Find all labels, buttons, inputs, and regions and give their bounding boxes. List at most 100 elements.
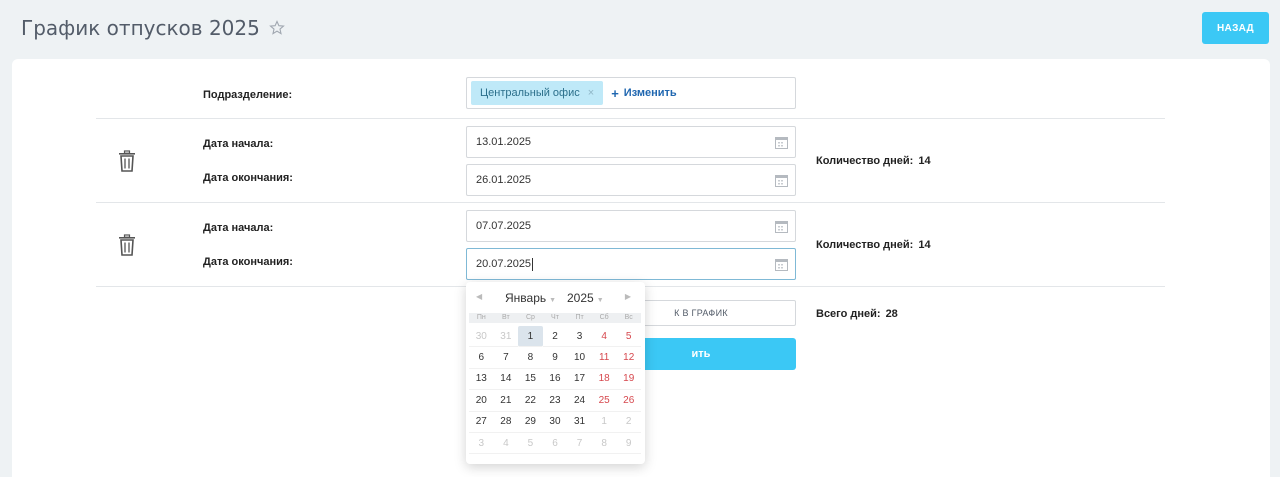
trash-icon[interactable] xyxy=(118,234,136,256)
weekday-label: Вт xyxy=(502,314,510,321)
end-date-input[interactable]: 26.01.2025 xyxy=(466,164,796,196)
calendar-day[interactable]: 1 xyxy=(591,412,617,433)
calendar-day[interactable]: 1 xyxy=(518,326,543,348)
weekday-label: Чт xyxy=(551,314,559,321)
save-label: ить xyxy=(691,348,711,360)
chip-close-icon[interactable]: × xyxy=(588,87,594,99)
back-button[interactable]: НАЗАД xyxy=(1202,12,1269,44)
divider xyxy=(96,202,1165,203)
calendar-day[interactable]: 8 xyxy=(518,347,543,369)
calendar-day[interactable]: 21 xyxy=(493,390,519,412)
calendar-day[interactable]: 4 xyxy=(591,326,617,348)
add-to-schedule-label: К В ГРАФИК xyxy=(674,308,728,318)
start-date-input[interactable]: 13.01.2025 xyxy=(466,126,796,158)
department-label: Подразделение: xyxy=(203,89,293,101)
calendar-day[interactable]: 17 xyxy=(567,369,592,391)
calendar-day[interactable]: 27 xyxy=(469,412,494,433)
month-select[interactable]: Январь ▼ xyxy=(505,291,556,305)
calendar-icon[interactable] xyxy=(775,136,788,149)
end-date-value: 26.01.2025 xyxy=(476,174,532,186)
calendar-day[interactable]: 5 xyxy=(616,326,641,348)
total-days-label: Всего дней: xyxy=(816,308,881,320)
calendar-day[interactable]: 8 xyxy=(591,433,617,455)
department-chip: Центральный офис × xyxy=(471,81,604,105)
calendar-day[interactable]: 6 xyxy=(542,433,568,455)
days-count: Количество дней: 14 xyxy=(816,239,931,251)
calendar-day[interactable]: 31 xyxy=(493,326,519,348)
days-count-value: 14 xyxy=(918,239,931,251)
calendar-day[interactable]: 7 xyxy=(567,433,592,455)
calendar-day[interactable]: 7 xyxy=(493,347,519,369)
calendar-icon[interactable] xyxy=(775,258,788,271)
days-count-label: Количество дней: xyxy=(816,155,914,167)
calendar-icon[interactable] xyxy=(775,220,788,233)
prev-month-icon[interactable]: ◀ xyxy=(476,292,482,301)
start-date-value: 07.07.2025 xyxy=(476,220,532,232)
start-date-label: Дата начала: xyxy=(203,222,274,234)
end-date-input[interactable]: 20.07.2025 xyxy=(466,248,796,280)
next-month-icon[interactable]: ▶ xyxy=(625,292,631,301)
calendar-day[interactable]: 9 xyxy=(542,347,568,369)
plus-icon: + xyxy=(611,85,619,101)
calendar-day[interactable]: 28 xyxy=(493,412,519,433)
start-date-label: Дата начала: xyxy=(203,138,274,150)
end-date-label: Дата окончания: xyxy=(203,256,293,268)
calendar-day[interactable]: 29 xyxy=(518,412,543,433)
calendar-day[interactable]: 26 xyxy=(616,390,641,412)
calendar-day[interactable]: 22 xyxy=(518,390,543,412)
calendar-day[interactable]: 25 xyxy=(591,390,617,412)
weekday-label: Вс xyxy=(624,314,633,321)
year-select[interactable]: 2025 ▼ xyxy=(567,291,604,305)
calendar-day[interactable]: 2 xyxy=(616,412,641,433)
change-department-link[interactable]: + Изменить xyxy=(611,86,677,101)
caret-down-icon: ▼ xyxy=(549,297,557,304)
days-count-label: Количество дней: xyxy=(816,239,914,251)
calendar-day[interactable]: 11 xyxy=(591,347,617,369)
calendar-day[interactable]: 3 xyxy=(469,433,494,455)
datepicker-popup: ◀ Январь ▼ 2025 ▼ ▶ Пн Вт Ср Чт Пт Сб Вс 30 31 1 2 3… xyxy=(466,282,645,464)
calendar-day[interactable]: 24 xyxy=(567,390,592,412)
end-date-label: Дата окончания: xyxy=(203,172,293,184)
page-title-text: График отпусков 2025 xyxy=(21,16,260,40)
weekday-label: Пн xyxy=(476,314,486,321)
calendar-day[interactable]: 20 xyxy=(469,390,494,412)
calendar-day[interactable]: 4 xyxy=(493,433,519,455)
datepicker-header: ◀ Январь ▼ 2025 ▼ ▶ xyxy=(466,291,645,307)
calendar-day[interactable]: 2 xyxy=(542,326,568,348)
calendar-day[interactable]: 31 xyxy=(567,412,592,433)
calendar-day[interactable]: 16 xyxy=(542,369,568,391)
change-label: Изменить xyxy=(623,87,677,99)
calendar-day[interactable]: 12 xyxy=(616,347,641,369)
weekday-label: Пт xyxy=(575,314,584,321)
calendar-day[interactable]: 5 xyxy=(518,433,543,455)
divider xyxy=(96,118,1165,119)
start-date-input[interactable]: 07.07.2025 xyxy=(466,210,796,242)
calendar-day[interactable]: 18 xyxy=(591,369,617,391)
calendar-day[interactable]: 30 xyxy=(542,412,568,433)
weekday-row: Пн Вт Ср Чт Пт Сб Вс xyxy=(469,313,641,323)
calendar-day[interactable]: 3 xyxy=(567,326,592,348)
calendar-day[interactable]: 9 xyxy=(616,433,641,455)
text-cursor xyxy=(532,257,534,271)
days-count-value: 14 xyxy=(918,155,931,167)
calendar-day[interactable]: 14 xyxy=(493,369,519,391)
calendar-day[interactable]: 6 xyxy=(469,347,494,369)
calendar-day[interactable]: 30 xyxy=(469,326,494,348)
calendar-day[interactable]: 10 xyxy=(567,347,592,369)
days-grid: 30 31 1 2 3 4 5 6 7 8 9 10 11 12 13 14 15 16 17 18 19 20 21 22 2… xyxy=(469,326,641,455)
department-chip-label: Центральный офис xyxy=(480,87,580,99)
calendar-day[interactable]: 15 xyxy=(518,369,543,391)
calendar-day[interactable]: 23 xyxy=(542,390,568,412)
page-title: График отпусков 2025 xyxy=(21,16,285,40)
days-count: Количество дней: 14 xyxy=(816,155,931,167)
star-icon[interactable] xyxy=(268,20,285,36)
calendar-day[interactable]: 13 xyxy=(469,369,494,391)
calendar-icon[interactable] xyxy=(775,174,788,187)
trash-icon[interactable] xyxy=(118,150,136,172)
end-date-value: 20.07.2025 xyxy=(476,258,532,270)
start-date-value: 13.01.2025 xyxy=(476,136,532,148)
department-selector[interactable]: Центральный офис × + Изменить xyxy=(466,77,796,109)
calendar-day[interactable]: 19 xyxy=(616,369,641,391)
weekday-label: Сб xyxy=(599,314,609,321)
year-label: 2025 xyxy=(567,291,594,305)
